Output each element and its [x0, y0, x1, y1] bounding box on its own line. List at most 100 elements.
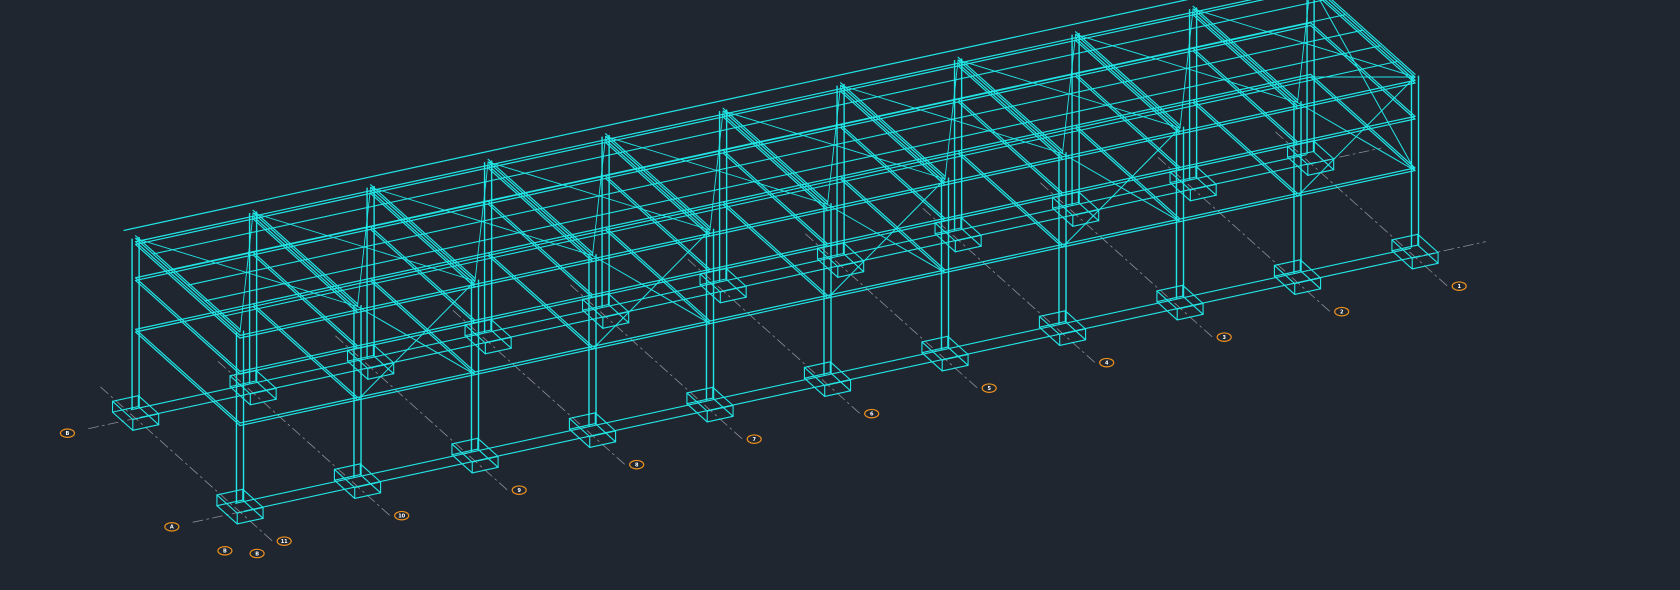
- transverse-beam: [1074, 31, 1181, 126]
- grid-bubble-column: 10: [394, 510, 410, 521]
- footing-edge: [1294, 288, 1322, 295]
- transverse-beam: [135, 279, 241, 375]
- footing: [686, 386, 734, 423]
- footing-edge: [1391, 233, 1419, 241]
- footing-edge: [1156, 284, 1184, 292]
- grid-bubble-label: 5: [987, 386, 991, 392]
- grid-bubble-column: 9: [511, 485, 527, 495]
- transverse-beam: [604, 133, 711, 228]
- transverse-beam: [1074, 124, 1181, 220]
- footing-edge: [333, 463, 361, 470]
- transverse-beam: [1192, 11, 1299, 107]
- footing: [803, 361, 852, 397]
- grid-bubble-column: 4: [1099, 357, 1115, 368]
- transverse-beam: [839, 175, 946, 271]
- footing: [111, 395, 160, 431]
- grid-bubble-label: 4: [1105, 360, 1109, 366]
- grid-bubble-label: B: [255, 551, 259, 557]
- footing-edge: [484, 347, 512, 355]
- footing-edge: [824, 390, 852, 397]
- footing-edge: [111, 400, 134, 421]
- grid-bubble-column: 8: [629, 459, 645, 470]
- footing: [568, 412, 617, 448]
- footing: [921, 335, 969, 372]
- grid-bubble-label: B: [66, 431, 70, 437]
- footing-edge: [216, 488, 244, 496]
- footing-edge: [216, 505, 238, 525]
- transverse-beam: [135, 331, 241, 427]
- grid-bubble-column: 7: [746, 434, 762, 444]
- transverse-beam: [957, 62, 1064, 158]
- footing-edge: [706, 415, 734, 423]
- footing-edge: [451, 437, 479, 445]
- footing-edge: [1417, 244, 1439, 264]
- grid-bubble-column: 2: [1334, 306, 1350, 317]
- roof-brace: [252, 212, 476, 282]
- grid-bubble-column: 3: [1216, 332, 1232, 342]
- footing-edge: [111, 411, 134, 431]
- roof-brace: [135, 237, 358, 307]
- grid-bubble-label: 10: [398, 513, 405, 519]
- transverse-beam: [135, 328, 241, 424]
- grid-bubble-column: 5: [981, 383, 997, 393]
- grid-bubble-column: 11: [276, 536, 292, 546]
- footing-edge: [132, 424, 160, 431]
- footing-edge: [1411, 262, 1439, 270]
- footing-edge: [1273, 259, 1301, 266]
- grid-bubble-label: B: [223, 549, 227, 555]
- transverse-beam: [135, 241, 241, 336]
- footing-edge: [1312, 140, 1335, 160]
- grid-bubble-label: A: [170, 525, 174, 531]
- roof-brace: [1297, 0, 1310, 103]
- transverse-beam: [839, 82, 946, 177]
- footing-edge: [1038, 310, 1066, 317]
- grid-bubble-label: 11: [281, 539, 288, 545]
- footing-edge: [354, 492, 382, 499]
- transverse-beam: [487, 158, 594, 254]
- grid-bubble-row: B: [217, 545, 233, 556]
- grid-bubble-row: B: [249, 548, 265, 559]
- transverse-beam: [252, 305, 359, 401]
- transverse-beam: [370, 190, 476, 285]
- transverse-beam: [1309, 73, 1416, 169]
- footing-edge: [803, 361, 831, 368]
- roof-brace: [487, 161, 711, 231]
- transverse-beam: [722, 201, 829, 297]
- grade-beam: [235, 247, 1412, 504]
- roof-brace: [957, 59, 1181, 129]
- wall-brace: [827, 204, 946, 274]
- transverse-beam: [1192, 101, 1299, 197]
- footing: [1038, 310, 1087, 346]
- grid-bubble-column: 1: [1451, 281, 1467, 291]
- steel-frame: [123, 0, 1420, 503]
- footing-edge: [941, 364, 969, 372]
- footing-edge: [921, 335, 949, 343]
- transverse-beam: [370, 277, 476, 373]
- structural-frame-3d-drawing[interactable]: A B B B 11 10 9 8 7 6 5 4 3 2 1: [0, 0, 1680, 590]
- transverse-beam: [370, 280, 476, 376]
- footing-edge: [1312, 150, 1335, 171]
- cad-viewport[interactable]: A B B B 11 10 9 8 7 6 5 4 3 2 1: [0, 0, 1680, 590]
- transverse-beam: [252, 215, 359, 311]
- grid-bubble-label: 3: [1222, 335, 1226, 341]
- roof-brace: [1192, 8, 1416, 78]
- roof-brace: [370, 186, 593, 256]
- footing-edge: [719, 296, 747, 304]
- transverse-beam: [604, 229, 711, 325]
- transverse-beam: [957, 150, 1064, 246]
- grid-bubble-column: 6: [864, 408, 880, 419]
- transverse-beam: [370, 184, 476, 279]
- grid-bubble-label: 7: [752, 437, 756, 443]
- footing-edge: [236, 517, 264, 525]
- footing: [1156, 284, 1204, 321]
- wall-brace: [1297, 102, 1416, 172]
- transverse-beam: [1192, 5, 1299, 101]
- transverse-beam: [1309, 76, 1416, 172]
- roof-brace: [722, 110, 946, 180]
- footing-edge: [1417, 233, 1439, 254]
- roof-brace: [605, 135, 828, 205]
- footing-edge: [1189, 194, 1217, 202]
- footing-edge: [111, 395, 139, 402]
- transverse-beam: [957, 152, 1064, 248]
- roof-brace: [840, 84, 1063, 154]
